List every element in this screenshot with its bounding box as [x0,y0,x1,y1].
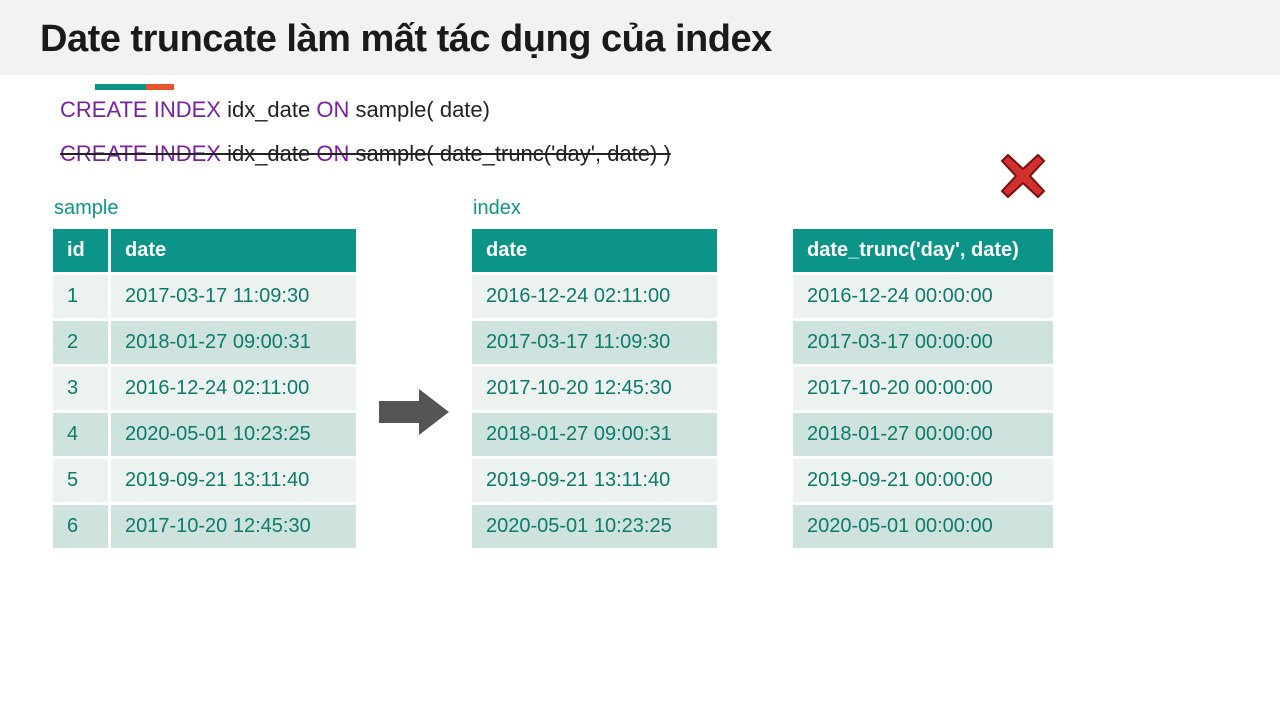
kw-create: CREATE INDEX [60,97,221,122]
table-row: 2019-09-21 00:00:00 [793,459,1053,502]
table-row: 2017-10-20 12:45:30 [472,367,717,410]
x-mark-icon [1000,153,1046,204]
sql-name: idx_date [221,141,316,166]
table-row: 2017-10-20 00:00:00 [793,367,1053,410]
trunc-table-wrap: date_trunc('day', date) 2016-12-24 00:00… [790,197,1056,551]
table-row: 2017-03-17 11:09:30 [472,321,717,364]
table-row: 32016-12-24 02:11:00 [53,367,356,410]
sample-table-wrap: sample id date 12017-03-17 11:09:30 2201… [50,197,359,551]
sample-th-id: id [53,229,108,272]
sql-name: idx_date [221,97,316,122]
sample-th-date: date [111,229,356,272]
kw-create: CREATE INDEX [60,141,221,166]
index-table: date 2016-12-24 02:11:00 2017-03-17 11:0… [469,226,720,551]
index-label: index [473,197,720,220]
title-bar: Date truncate làm mất tác dụng của index [0,0,1280,75]
table-row: 2020-05-01 00:00:00 [793,505,1053,548]
table-row: 2019-09-21 13:11:40 [472,459,717,502]
table-row: 2017-03-17 00:00:00 [793,321,1053,364]
accent-bar [95,77,1280,83]
table-row: 42020-05-01 10:23:25 [53,413,356,456]
table-row: 52019-09-21 13:11:40 [53,459,356,502]
sql-rest: sample( date) [349,97,490,122]
sql-rest: sample( date_trunc('day', date) ) [349,141,670,166]
table-row: 2018-01-27 09:00:31 [472,413,717,456]
index-th: date [472,229,717,272]
slide-title: Date truncate làm mất tác dụng của index [40,18,1240,61]
table-row: 2016-12-24 02:11:00 [472,275,717,318]
table-row: 12017-03-17 11:09:30 [53,275,356,318]
sql-line-valid: CREATE INDEX idx_date ON sample( date) [60,97,1230,123]
sql-line-invalid: CREATE INDEX idx_date ON sample( date_tr… [60,141,1230,167]
sample-label: sample [54,197,359,220]
table-row: 2018-01-27 00:00:00 [793,413,1053,456]
kw-on: ON [316,141,349,166]
sample-table: id date 12017-03-17 11:09:30 22018-01-27… [50,226,359,551]
arrow-icon [359,387,469,437]
trunc-th: date_trunc('day', date) [793,229,1053,272]
trunc-table: date_trunc('day', date) 2016-12-24 00:00… [790,226,1056,551]
kw-on: ON [316,97,349,122]
table-row: 2016-12-24 00:00:00 [793,275,1053,318]
table-row: 22018-01-27 09:00:31 [53,321,356,364]
index-table-wrap: index date 2016-12-24 02:11:00 2017-03-1… [469,197,720,551]
tables-row: sample id date 12017-03-17 11:09:30 2201… [50,197,1230,551]
slide-content: CREATE INDEX idx_date ON sample( date) C… [0,83,1280,551]
table-row: 2020-05-01 10:23:25 [472,505,717,548]
table-row: 62017-10-20 12:45:30 [53,505,356,548]
